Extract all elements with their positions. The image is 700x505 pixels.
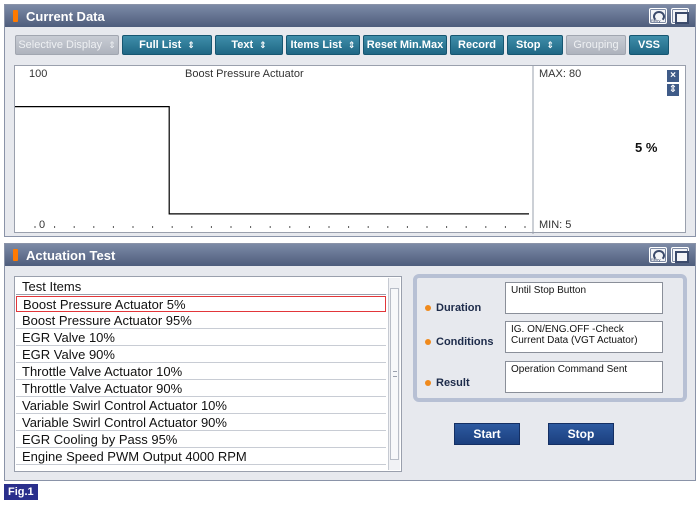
min-readout: MIN: 5 [539, 219, 572, 231]
scroll-thumb[interactable] [390, 288, 399, 460]
panel-marker-icon [13, 10, 18, 22]
test-items-header: Test Items [16, 279, 386, 295]
test-item-row[interactable]: EGR Valve 90% [16, 347, 386, 363]
current-data-toolbar: Selective Display ⇕ Full List ⇕ Text ⇕ Items L… [5, 33, 695, 57]
result-value: Operation Command Sent [505, 361, 663, 393]
conditions-label: Conditions [425, 336, 493, 348]
duration-value: Until Stop Button [505, 282, 663, 314]
current-value-readout: 5 % [635, 140, 658, 155]
test-item-row[interactable]: Engine Speed PWM Output 4000 RPM [16, 449, 386, 465]
boost-pressure-graph: 100 0 Boost Pressure Actuator MAX: 80 MI… [14, 65, 686, 234]
test-items-list: Test Items Boost Pressure Actuator 5% Boo… [14, 276, 402, 472]
test-info-box: Duration Until Stop Button Conditions IG… [413, 274, 687, 402]
retry-icon[interactable] [649, 8, 667, 24]
toolbar-button-vss[interactable]: VSS [629, 35, 669, 55]
bullet-icon [425, 380, 431, 386]
toolbar-button-reset-min-max[interactable]: Reset Min.Max [363, 35, 447, 55]
panel-marker-icon [13, 249, 18, 261]
bullet-icon [425, 305, 431, 311]
close-graph-icon[interactable]: × [667, 70, 679, 82]
chevron-updown-icon: ⇕ [347, 39, 356, 50]
toolbar-button-text[interactable]: Text ⇕ [215, 35, 283, 55]
stop-button[interactable]: Stop [548, 423, 614, 445]
toolbar-button-items-list[interactable]: Items List ⇕ [286, 35, 360, 55]
current-data-title: Current Data [26, 8, 105, 24]
graph-title: Boost Pressure Actuator [185, 68, 304, 80]
toolbar-button-record[interactable]: Record [450, 35, 504, 55]
current-data-panel: Current Data Selective Display⇕Full List… [4, 4, 696, 237]
chevron-updown-icon: ⇕ [546, 39, 554, 50]
result-label: Result [425, 377, 470, 389]
test-item-row[interactable]: Throttle Valve Actuator 10% [16, 364, 386, 380]
chevron-updown-icon: ⇕ [259, 39, 267, 50]
y-max-label: 100 [29, 68, 48, 80]
conditions-value: IG. ON/ENG.OFF -Check Current Data (VGT … [505, 321, 663, 353]
test-item-row[interactable]: Boost Pressure Actuator 95% [16, 313, 386, 329]
toolbar-button-grouping[interactable]: Grouping [566, 35, 626, 55]
toolbar-button-selective-display[interactable]: Selective Display ⇕ [15, 35, 119, 55]
scroll-grip-icon [393, 371, 397, 377]
actuation-test-titlebar: Actuation Test [5, 244, 695, 266]
toolbar-button-full-list[interactable]: Full List ⇕ [122, 35, 212, 55]
start-button[interactable]: Start [454, 423, 520, 445]
maximize-icon[interactable] [671, 247, 689, 263]
maximize-icon[interactable] [671, 8, 689, 24]
bullet-icon [425, 339, 431, 345]
boost-pressure-series-line [15, 106, 529, 215]
toolbar-button-stop[interactable]: Stop ⇕ [507, 35, 563, 55]
test-item-row[interactable]: Throttle Valve Actuator 90% [16, 381, 386, 397]
test-item-row[interactable]: Variable Swirl Control Actuator 10% [16, 398, 386, 414]
test-item-row[interactable]: EGR Cooling by Pass 95% [16, 432, 386, 448]
current-data-titlebar: Current Data [5, 5, 695, 27]
graph-canvas [15, 66, 534, 234]
y-min-label: 0 [39, 219, 46, 231]
duration-label: Duration [425, 302, 481, 314]
chevron-updown-icon: ⇕ [108, 39, 116, 50]
retry-icon[interactable] [649, 247, 667, 263]
max-readout: MAX: 80 [539, 68, 582, 80]
expand-graph-icon[interactable]: ⇕ [667, 84, 679, 96]
test-item-row[interactable]: Variable Swirl Control Actuator 90% [16, 415, 386, 431]
actuation-test-title: Actuation Test [26, 247, 116, 263]
actuation-test-panel: Actuation Test Test Items Boost Pressure… [4, 243, 696, 481]
chevron-updown-icon: ⇕ [187, 39, 195, 50]
figure-label: Fig.1 [4, 484, 38, 500]
test-item-row[interactable]: Boost Pressure Actuator 5% [16, 296, 386, 312]
list-scrollbar[interactable] [388, 278, 400, 470]
test-item-row[interactable]: EGR Valve 10% [16, 330, 386, 346]
